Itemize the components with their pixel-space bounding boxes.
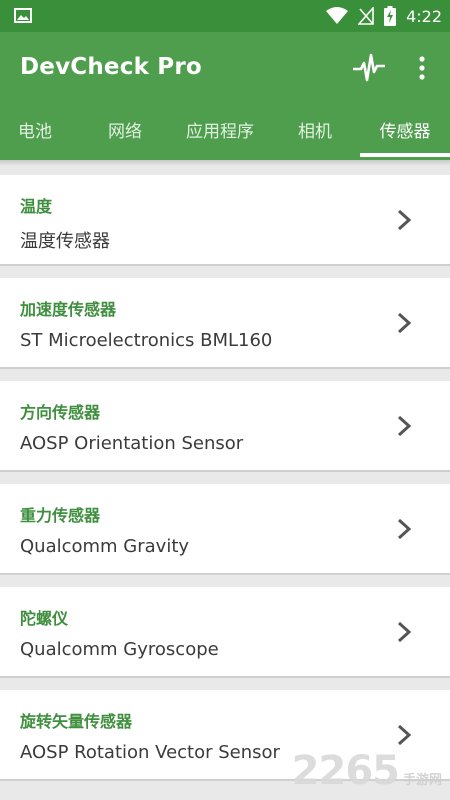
watermark: 2265 手游网 (292, 748, 442, 794)
tab-battery[interactable]: 电池 (0, 104, 70, 160)
list-item[interactable]: 加速度传感器 ST Microelectronics BML160 (0, 278, 450, 369)
sensor-value: Qualcomm Gyroscope (20, 639, 219, 660)
status-bar: 4:22 (0, 0, 450, 32)
list-item[interactable]: 陀螺仪 Qualcomm Gyroscope (0, 587, 450, 678)
sensor-title: 陀螺仪 (20, 609, 69, 628)
list-item[interactable]: 重力传感器 Qualcomm Gravity (0, 484, 450, 575)
battery-charging-icon (384, 6, 397, 26)
more-vert-icon[interactable] (412, 54, 432, 82)
gallery-icon (14, 8, 32, 23)
no-signal-icon (358, 7, 374, 25)
sensor-title: 加速度传感器 (20, 300, 117, 319)
chevron-right-icon (397, 312, 412, 334)
chevron-right-icon (397, 518, 412, 540)
app-bar: DevCheck Pro (0, 32, 450, 104)
sensor-value: ST Microelectronics BML160 (20, 330, 273, 351)
tab-bar: 电池 网络 应用程序 相机 传感器 (0, 104, 450, 160)
sensor-title: 方向传感器 (20, 403, 101, 422)
tab-sensors[interactable]: 传感器 (360, 104, 450, 160)
pulse-icon[interactable] (352, 52, 386, 84)
sensor-value: 温度传感器 (20, 231, 110, 252)
chevron-right-icon (397, 415, 412, 437)
sensor-value: AOSP Orientation Sensor (20, 433, 244, 454)
clock: 4:22 (406, 6, 442, 26)
sensor-title: 重力传感器 (20, 506, 101, 525)
watermark-text: 手游网 (402, 773, 442, 788)
sensor-value: AOSP Rotation Vector Sensor (20, 742, 280, 763)
sensor-value: Qualcomm Gravity (20, 536, 190, 557)
sensor-title: 旋转矢量传感器 (20, 712, 133, 731)
chevron-right-icon (397, 724, 412, 746)
tab-camera[interactable]: 相机 (270, 104, 360, 160)
sensor-title: 温度 (20, 197, 53, 216)
list-item[interactable]: 方向传感器 AOSP Orientation Sensor (0, 381, 450, 472)
chevron-right-icon (397, 621, 412, 643)
divider (0, 160, 450, 166)
tab-network[interactable]: 网络 (80, 104, 170, 160)
wifi-icon (326, 7, 349, 24)
app-title: DevCheck Pro (20, 54, 202, 80)
chevron-right-icon (397, 209, 412, 231)
tab-apps[interactable]: 应用程序 (172, 104, 268, 160)
watermark-number: 2265 (291, 748, 400, 794)
sensor-list: 温度 温度传感器 加速度传感器 ST Microelectronics BML1… (0, 175, 450, 793)
list-item[interactable]: 温度 温度传感器 (0, 175, 450, 266)
tab-indicator (360, 153, 450, 157)
